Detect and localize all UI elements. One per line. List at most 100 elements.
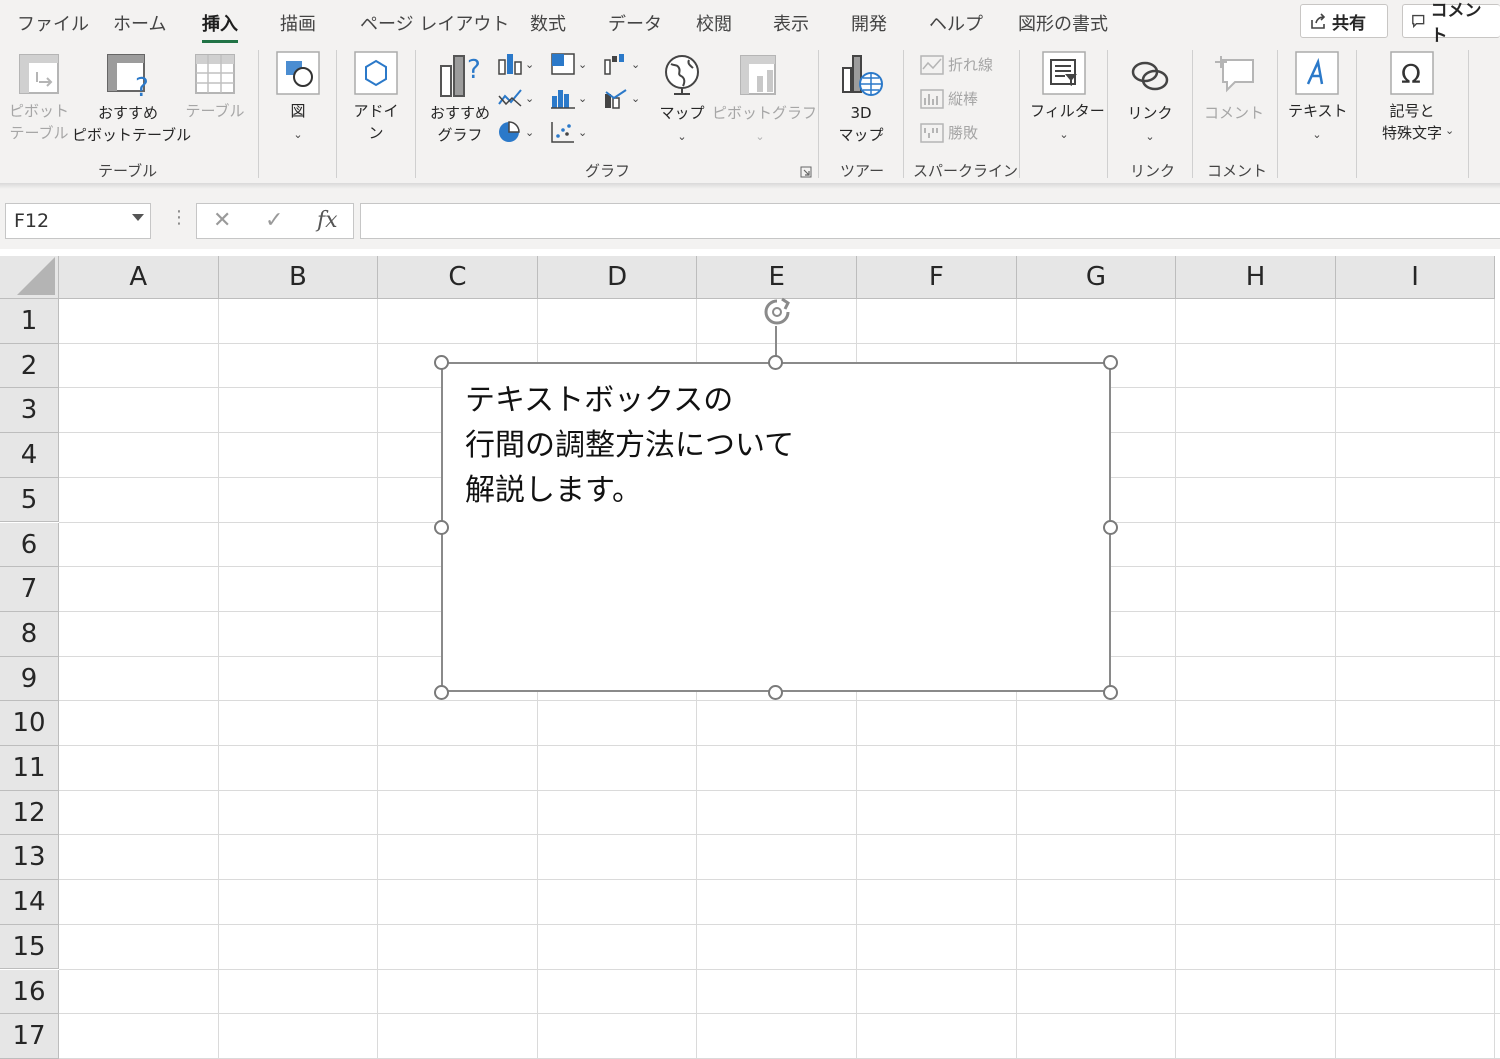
row-header-1[interactable]: 1	[0, 299, 59, 344]
group-label-tables: テーブル	[98, 162, 158, 180]
resize-handle-top-left[interactable]	[434, 355, 449, 370]
insert-function-icon[interactable]: fx	[317, 208, 338, 233]
column-header-b[interactable]: B	[218, 256, 379, 299]
row-header-12[interactable]: 12	[0, 790, 59, 836]
sparkline-winloss-button[interactable]: 勝敗	[920, 122, 978, 143]
row-header-14[interactable]: 14	[0, 880, 59, 925]
maps-button[interactable]: マップ ⌄	[656, 52, 708, 148]
dialog-launcher-icon[interactable]	[800, 166, 812, 178]
column-header-g[interactable]: G	[1016, 256, 1177, 299]
table-button[interactable]: テーブル	[184, 52, 246, 122]
row-header-9[interactable]: 9	[0, 656, 59, 702]
resize-handle-bottom-right[interactable]	[1103, 685, 1118, 700]
svg-text:?: ?	[467, 55, 481, 85]
resize-handle-bottom-left[interactable]	[434, 685, 449, 700]
row-header-15[interactable]: 15	[0, 924, 59, 970]
column-header-i[interactable]: I	[1335, 256, 1496, 299]
column-header-h[interactable]: H	[1176, 256, 1336, 299]
column-header-f[interactable]: F	[857, 256, 1017, 299]
link-icon	[1131, 61, 1169, 91]
recommended-pivot-button[interactable]: ? おすすめ ピボットテーブル	[72, 52, 191, 146]
sparkline-column-button[interactable]: 縦棒	[920, 88, 978, 109]
row-header-3[interactable]: 3	[0, 388, 59, 434]
ribbon-separator	[1356, 50, 1357, 178]
resize-handle-top-right[interactable]	[1103, 355, 1118, 370]
column-chart-icon	[498, 54, 522, 75]
row-header-16[interactable]: 16	[0, 969, 59, 1015]
tab-help[interactable]: ヘルプ	[929, 10, 983, 36]
resize-handle-left[interactable]	[434, 520, 449, 535]
scatter-chart-button[interactable]: ⌄	[550, 120, 587, 144]
chevron-down-icon[interactable]	[132, 214, 144, 221]
tab-review[interactable]: 校閲	[696, 10, 732, 36]
more-options-icon[interactable]: ⋮	[170, 207, 188, 228]
column-header-e[interactable]: E	[697, 256, 857, 299]
pivot-chart-button[interactable]: ピボットグラフ ⌄	[712, 52, 817, 148]
formula-input[interactable]	[360, 203, 1500, 239]
row-header-7[interactable]: 7	[0, 567, 59, 612]
illustrations-button[interactable]: 図 ⌄	[272, 50, 324, 146]
enter-icon[interactable]: ✓	[265, 208, 283, 233]
resize-handle-bottom[interactable]	[768, 685, 783, 700]
tab-developer[interactable]: 開発	[851, 10, 887, 36]
addins-button[interactable]: アドイ ン	[350, 50, 402, 144]
column-header-d[interactable]: D	[537, 256, 698, 299]
gridline-horizontal	[59, 700, 1500, 702]
share-button[interactable]: 共有	[1300, 4, 1388, 38]
recommended-charts-button[interactable]: ? おすすめ グラフ	[428, 52, 492, 146]
waterfall-chart-button[interactable]: ⌄	[603, 52, 640, 76]
column-chart-button[interactable]: ⌄	[497, 52, 534, 76]
tab-file[interactable]: ファイル	[17, 10, 89, 36]
row-header-13[interactable]: 13	[0, 835, 59, 881]
line-chart-button[interactable]: ⌄	[497, 86, 534, 110]
tab-page-layout[interactable]: ページ レイアウト	[360, 10, 509, 36]
row-header-2[interactable]: 2	[0, 343, 59, 389]
row-header-17[interactable]: 17	[0, 1014, 59, 1059]
tab-shape-format[interactable]: 図形の書式	[1018, 10, 1108, 36]
gridline-vertical	[1494, 299, 1496, 1059]
resize-handle-top[interactable]	[768, 355, 783, 370]
tab-data[interactable]: データ	[608, 10, 662, 36]
tab-view[interactable]: 表示	[773, 10, 809, 36]
cancel-icon[interactable]: ✕	[213, 208, 231, 233]
name-box[interactable]: F12	[5, 203, 151, 239]
group-label-comments: コメント	[1207, 162, 1268, 180]
comments-button[interactable]: コメント	[1402, 1, 1500, 46]
chevron-down-icon: ⌄	[677, 130, 687, 143]
tab-formulas[interactable]: 数式	[530, 10, 566, 36]
column-header-c[interactable]: C	[378, 256, 538, 299]
rotate-handle-icon[interactable]	[760, 296, 794, 330]
row-header-11[interactable]: 11	[0, 746, 59, 791]
pivot-table-button[interactable]: ピボット テーブル	[6, 52, 72, 144]
addins-label: アドイ ン	[353, 102, 399, 142]
ribbon-separator	[1107, 50, 1108, 178]
gridline-vertical	[1334, 299, 1336, 1059]
row-header-8[interactable]: 8	[0, 611, 59, 657]
link-button[interactable]: リンク ⌄	[1122, 52, 1178, 148]
resize-handle-right[interactable]	[1103, 520, 1118, 535]
combo-chart-button[interactable]: ⌄	[603, 86, 640, 110]
hierarchy-chart-button[interactable]: ⌄	[550, 52, 587, 76]
new-comment-button[interactable]: コメント	[1202, 52, 1266, 124]
tab-insert[interactable]: 挿入	[202, 10, 238, 43]
gridline-horizontal	[59, 923, 1500, 925]
pie-chart-button[interactable]: ⌄	[497, 120, 534, 144]
gridline-horizontal	[59, 968, 1500, 970]
select-all-button[interactable]	[0, 256, 59, 299]
row-header-10[interactable]: 10	[0, 701, 59, 746]
tab-home[interactable]: ホーム	[113, 10, 166, 36]
column-header-a[interactable]: A	[59, 256, 219, 299]
filter-button[interactable]: フィルター ⌄	[1030, 50, 1105, 146]
tab-draw[interactable]: 描画	[280, 10, 316, 36]
gridline-horizontal	[59, 745, 1500, 746]
row-header-5[interactable]: 5	[0, 477, 59, 523]
slicer-icon	[1042, 51, 1086, 95]
text-box-shape[interactable]: テキストボックスの 行間の調整方法について 解説します。	[441, 362, 1111, 692]
row-header-4[interactable]: 4	[0, 433, 59, 478]
gridline-vertical	[217, 299, 219, 1059]
text-box-content[interactable]: テキストボックスの 行間の調整方法について 解説します。	[465, 378, 794, 513]
sparkline-line-button[interactable]: 折れ線	[920, 54, 993, 75]
text-button[interactable]: テキスト ⌄	[1288, 50, 1348, 146]
row-header-6[interactable]: 6	[0, 522, 59, 568]
statistic-chart-button[interactable]: ⌄	[550, 86, 587, 110]
